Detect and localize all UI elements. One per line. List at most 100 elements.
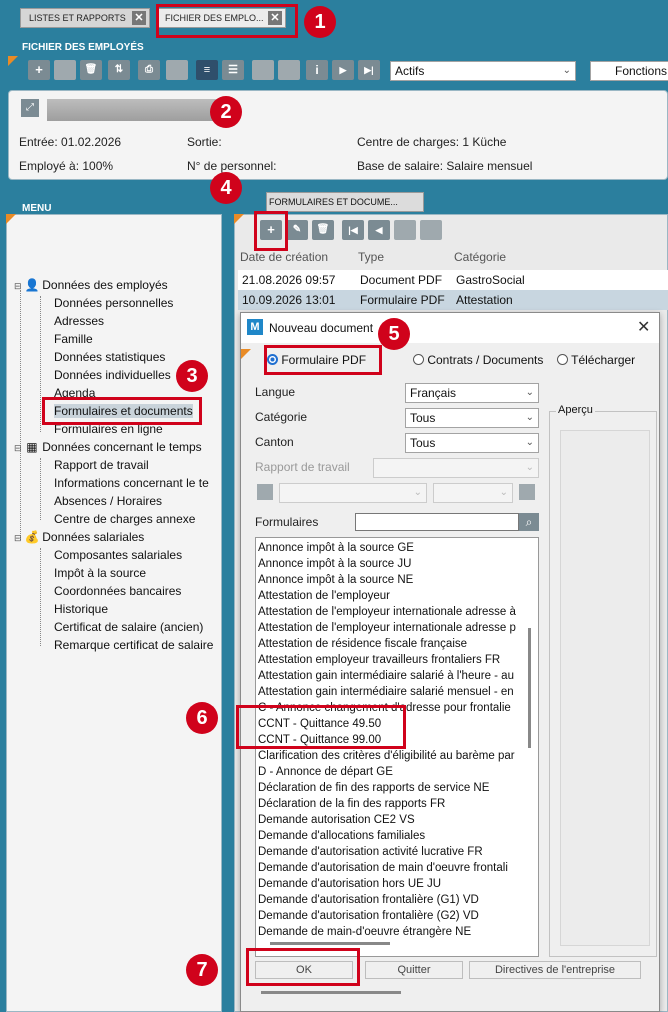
first-icon[interactable]: |◀ [342,220,364,240]
highlight-box-6 [236,705,406,749]
directives-button[interactable]: Directives de l'entreprise [469,961,641,979]
list-item[interactable]: Demande d'autorisation activité lucrativ… [256,844,538,860]
list-item[interactable]: Attestation gain intermédiaire salarié à… [256,668,538,684]
trash-icon[interactable]: 🗑 [312,220,334,240]
list-item[interactable]: Attestation de résidence fiscale françai… [256,636,538,652]
list-item[interactable]: D - Annonce de départ GE [256,764,538,780]
edit-icon[interactable]: ✎ [286,220,308,240]
info-icon[interactable]: i [306,60,328,80]
filter-icon[interactable] [257,484,273,500]
tree-group-employee[interactable]: ⊟ 👤 Données des employés [14,278,168,292]
radio-telecharger[interactable]: Télécharger [557,353,635,367]
list-item[interactable]: Attestation de l'employeur international… [256,604,538,620]
filter-select-1[interactable]: ⌄ [279,483,427,503]
add-icon[interactable]: + [28,60,50,80]
menu-item-rapport-travail[interactable]: Rapport de travail [54,458,149,472]
canton-select[interactable]: Tous ⌄ [405,433,539,453]
list-item[interactable]: Demande d'autorisation frontalière (G2) … [256,908,538,924]
list-item[interactable]: Demande d'allocations familiales [256,828,538,844]
list-item[interactable]: Attestation employeur travailleurs front… [256,652,538,668]
menu-item-donnees-statistiques[interactable]: Données statistiques [54,350,165,364]
search-icon[interactable]: ⌕ [519,513,539,531]
close-icon[interactable]: ✕ [132,11,146,25]
radio-label: Télécharger [571,353,636,367]
last-icon[interactable]: ▶| [358,60,380,80]
trash-icon[interactable]: 🗑 [80,60,102,80]
collapse-icon[interactable]: ⊟ [14,443,22,453]
previous-icon[interactable]: ◀ [368,220,390,240]
dialog-scrollbar[interactable] [261,991,401,994]
menu-item-absences[interactable]: Absences / Horaires [54,494,162,508]
fonctions-label: Fonctions [615,64,668,78]
list-item[interactable]: Annonce impôt à la source GE [256,540,538,556]
column-header[interactable]: Type [358,250,384,264]
fonctions-button[interactable]: Fonctions [590,61,668,81]
filter-select-2[interactable]: ⌄ [433,483,513,503]
section-title: FICHIER DES EMPLOYÉS [22,42,144,53]
close-icon[interactable]: ✕ [637,317,650,337]
list-item[interactable]: Demande de main-d'oeuvre étrangère NE [256,924,538,940]
menu-item-impot-source[interactable]: Impôt à la source [54,566,146,580]
list-item[interactable]: Demande d'autorisation hors UE JU [256,876,538,892]
list-item[interactable]: Déclaration de la fin des rapports FR [256,796,538,812]
tree-connector [40,296,41,432]
disabled-icon[interactable] [166,60,188,80]
vertical-scrollbar[interactable] [528,628,531,748]
menu-item-historique[interactable]: Historique [54,602,108,616]
status-select[interactable]: Actifs ⌄ [390,61,576,81]
list-item[interactable]: Demande d'autorisation frontalière (G1) … [256,892,538,908]
menu-item-donnees-individuelles[interactable]: Données individuelles [54,368,171,382]
list-view-icon[interactable]: ≡ [196,60,218,80]
horizontal-scrollbar[interactable] [270,942,390,945]
disabled-icon[interactable] [394,220,416,240]
highlight-box-4 [254,211,288,251]
categorie-select[interactable]: Tous ⌄ [405,408,539,428]
menu-item-composantes[interactable]: Composantes salariales [54,548,182,562]
column-header[interactable]: Catégorie [454,250,506,264]
collapse-icon[interactable]: ⊟ [14,281,22,291]
menu-item-coordonnees-bancaires[interactable]: Coordonnées bancaires [54,584,181,598]
tab-listes-rapports[interactable]: LISTES ET RAPPORTS ✕ [20,8,150,28]
next-icon[interactable]: ▶ [332,60,354,80]
list-item[interactable]: Annonce impôt à la source JU [256,556,538,572]
table-row[interactable]: 21.08.2026 09:57 Document PDF GastroSoci… [238,270,668,290]
tree-group-salary[interactable]: ⊟ 💰 Données salariales [14,530,144,544]
menu-item-informations-temps[interactable]: Informations concernant le te [54,476,209,490]
expand-icon[interactable]: ⤢ [21,99,39,117]
list-item[interactable]: Déclaration de fin des rapports de servi… [256,780,538,796]
print-icon[interactable]: ⎙ [138,60,160,80]
list-item[interactable]: Clarification des critères d'éligibilité… [256,748,538,764]
list-item[interactable]: Attestation gain intermédiaire salarié m… [256,684,538,700]
rapport-label: Rapport de travail [255,460,350,474]
list-item[interactable]: Demande autorisation CE2 VS [256,812,538,828]
menu-item-famille[interactable]: Famille [54,332,93,346]
langue-select[interactable]: Français ⌄ [405,383,539,403]
radio-contrats-documents[interactable]: Contrats / Documents [413,353,543,367]
collapse-icon[interactable]: ⊟ [14,533,22,543]
list-item[interactable]: Annonce impôt à la source NE [256,572,538,588]
tab-formulaires[interactable]: FORMULAIRES ET DOCUME... [266,192,424,212]
menu-item-certificat-ancien[interactable]: Certificat de salaire (ancien) [54,620,203,634]
list-item[interactable]: Attestation de l'employeur [256,588,538,604]
rapport-select[interactable]: ⌄ [373,458,539,478]
list-item[interactable]: Demande d'autorisation de main d'oeuvre … [256,860,538,876]
disabled-icon[interactable] [252,60,274,80]
disabled-icon[interactable] [278,60,300,80]
annotation-badge-1: 1 [304,6,336,38]
filter-icon[interactable] [519,484,535,500]
formulaires-search-input[interactable] [355,513,519,531]
sort-icon[interactable]: ⇅ [108,60,130,80]
tree-group-time[interactable]: ⊟ ▦ Données concernant le temps [14,440,202,454]
quitter-button[interactable]: Quitter [365,961,463,979]
list-item[interactable]: Attestation de l'employeur international… [256,620,538,636]
menu-item-centre-charges-annexe[interactable]: Centre de charges annexe [54,512,195,526]
disabled-icon[interactable] [420,220,442,240]
menu-item-donnees-personnelles[interactable]: Données personnelles [54,296,173,310]
categorie-value: Tous [410,411,436,425]
menu-item-remarque-certificat[interactable]: Remarque certificat de salaire [54,638,213,652]
edit-icon[interactable] [54,60,76,80]
column-header[interactable]: Date de création [240,250,328,264]
table-row[interactable]: 10.09.2026 13:01 Formulaire PDF Attestat… [238,290,668,310]
detail-view-icon[interactable]: ☰ [222,60,244,80]
menu-item-adresses[interactable]: Adresses [54,314,104,328]
